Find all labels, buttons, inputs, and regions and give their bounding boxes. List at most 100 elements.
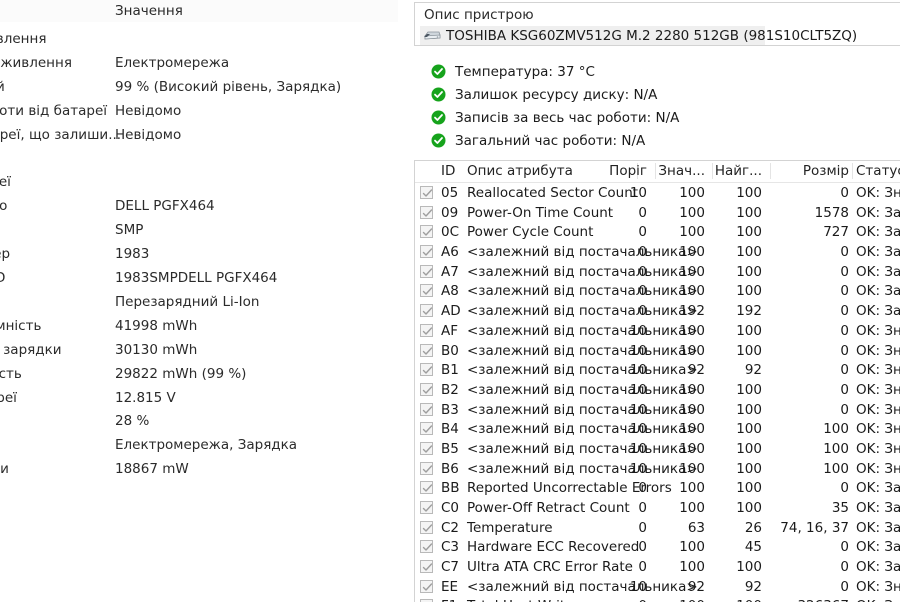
- battery-row[interactable]: мер 1983: [0, 244, 398, 268]
- table-row[interactable]: 09Power-On Time Count01001001578OK: Зав: [415, 203, 900, 223]
- column-header-status[interactable]: Статус: [856, 163, 900, 179]
- table-row[interactable]: B6 <залежний від постачальника> 10 100 100 10…: [415, 459, 900, 479]
- battery-row-value: 41998 mWh: [115, 317, 198, 334]
- smart-cell-status: OK: Зав: [856, 519, 900, 536]
- smart-cell-status: OK: Зна: [856, 342, 900, 359]
- battery-row[interactable]: D 1983SMPDELL PGFX464: [0, 268, 398, 292]
- battery-row-value: 30130 mWh: [115, 341, 198, 358]
- battery-row[interactable]: 28 %: [0, 411, 398, 435]
- battery-row-value: Невідомо: [115, 126, 182, 143]
- smart-cell-status: OK: Зав: [856, 500, 900, 516]
- battery-row[interactable]: ерело живлення Електромережа: [0, 53, 398, 77]
- table-row[interactable]: 05 Reallocated Sector Count 10 100 100 0 OK: З…: [415, 183, 900, 203]
- table-row[interactable]: B3 <залежний від постачальника> 10 100 100 0 O…: [415, 400, 900, 420]
- health-row: Загальний час роботи: N/A: [414, 129, 900, 152]
- table-row[interactable]: A8 <залежний від постачальника> 0 100 100 0 OK…: [415, 281, 900, 301]
- table-row[interactable]: B5 <залежний від постачальника> 10 100 100 10…: [415, 439, 900, 459]
- battery-row[interactable]: ареї: [0, 172, 398, 196]
- table-row[interactable]: B0 <залежний від постачальника> 10 100 100 0 O…: [415, 341, 900, 361]
- battery-row-value: DELL PGFX464: [115, 198, 215, 215]
- smart-cell-raw: 0: [840, 185, 849, 201]
- battery-row[interactable]: роботи від батареї Невідомо: [0, 101, 398, 125]
- battery-row[interactable]: батареї, що залиши...Невідомо: [0, 125, 398, 149]
- battery-row[interactable]: ємність 41998 mWh: [0, 316, 398, 340]
- smart-cell-status: OK: Зав: [856, 244, 900, 261]
- smart-cell-raw: 0: [840, 559, 849, 576]
- battery-report-panel: Значення ктроживлення ерело живлення Елект…: [0, 0, 398, 602]
- panel-splitter[interactable]: [398, 0, 806, 602]
- battery-row[interactable]: ки 18867 mW: [0, 459, 398, 483]
- table-row[interactable]: C2Temperature0632674, 16, 37OK: Зав: [415, 518, 900, 538]
- smart-cell-status: OK: Зав: [856, 224, 900, 241]
- table-row[interactable]: C0Power-Off Retract Count010010035OK: За…: [415, 498, 900, 518]
- battery-row-label: мер: [0, 246, 11, 263]
- smart-cell-raw: 100: [823, 460, 849, 477]
- table-row[interactable]: AF <залежний від постачальника> 10 100 100 0 O…: [415, 321, 900, 341]
- health-text: Температура: 37 °C: [455, 63, 595, 80]
- header-sep-5: [852, 163, 853, 179]
- battery-row[interactable]: ної зарядки 30130 mWh: [0, 340, 398, 364]
- table-row[interactable]: B1 <залежний від постачальника> 10 92 92 0 OK:…: [415, 360, 900, 380]
- smart-cell-status: OK: Зна: [856, 440, 900, 457]
- table-row[interactable]: AD <залежний від постачальника> 0 192 192 0 OK…: [415, 301, 900, 321]
- battery-row[interactable]: Перезарядний Li-Ion: [0, 292, 398, 316]
- health-row: Записів за весь час роботи: N/A: [414, 106, 900, 129]
- smart-cell-raw: 326367: [415, 598, 849, 602]
- smart-cell-raw: 0: [840, 263, 849, 280]
- battery-row-value: Електромережа, Зарядка: [115, 437, 298, 454]
- table-row[interactable]: BB Reported Uncorrectable Errors 0 100 100 0 O…: [415, 478, 900, 498]
- battery-row-value: SMP: [115, 222, 144, 239]
- table-row[interactable]: 0CPower Cycle Count0100100727OK: Зав: [415, 222, 900, 242]
- table-row[interactable]: C7Ultra ATA CRC Error Rate01001000OK: За…: [415, 557, 900, 577]
- smart-cell-raw: 1578: [814, 204, 849, 221]
- battery-row[interactable]: ктроживлення: [0, 29, 398, 53]
- smart-cell-raw: 0: [840, 303, 849, 320]
- smart-cell-raw: 0: [840, 244, 849, 261]
- smart-cell-status: OK: Зна: [856, 381, 900, 398]
- battery-row[interactable]: й 99 % (Високий рівень, Зарядка): [0, 77, 398, 101]
- table-row[interactable]: C3Hardware ECC Recovered0100450OK: Зав: [415, 537, 900, 557]
- smart-cell-status: OK: Зна: [856, 578, 900, 595]
- table-row[interactable]: B2 <залежний від постачальника> 10 100 100 0 O…: [415, 380, 900, 400]
- battery-table-header: Значення: [0, 0, 398, 22]
- battery-row-label: ність: [0, 365, 22, 382]
- smart-cell-raw: 0: [840, 401, 849, 418]
- battery-row-label: ерело живлення: [0, 54, 72, 71]
- health-text: Записів за весь час роботи: N/A: [455, 109, 680, 126]
- smart-cell-status: OK: Зав: [856, 263, 900, 280]
- smart-table-header: ID Опис атрибута Поріг Знач... Найг... Р…: [415, 161, 900, 183]
- smart-cell-status: OK: Зна: [856, 401, 900, 418]
- column-header-raw[interactable]: Розмір: [415, 163, 849, 179]
- device-list-item[interactable]: TOSHIBA KSG60ZMV512G M.2 2280 512GB (981…: [420, 26, 857, 45]
- battery-row-label: роботи від батареї: [0, 102, 108, 119]
- smart-cell-status: OK: Зав: [856, 559, 900, 576]
- table-row[interactable]: A7 <залежний від постачальника> 0 100 100 0 OK…: [415, 262, 900, 282]
- smart-cell-raw: 727: [823, 224, 849, 241]
- smart-cell-raw: 35: [831, 500, 849, 516]
- smart-cell-raw: 0: [840, 322, 849, 339]
- table-row[interactable]: EE <залежний від постачальника> 10 92 92 0 OK:…: [415, 577, 900, 597]
- battery-row-value: 28 %: [115, 413, 150, 430]
- smart-cell-raw: 100: [823, 440, 849, 457]
- battery-row[interactable]: SMP: [0, 220, 398, 244]
- device-description-caption: Опис пристрою: [424, 7, 534, 23]
- battery-row-label: ної зарядки: [0, 341, 62, 358]
- smart-table-body: 05 Reallocated Sector Count 10 100 100 0 OK: З…: [415, 183, 900, 602]
- battery-row[interactable]: ареї 12.815 V: [0, 388, 398, 412]
- table-row[interactable]: A6 <залежний від постачальника> 0 100 100 0 OK…: [415, 242, 900, 262]
- table-row[interactable]: B4 <залежний від постачальника> 10 100 100 10…: [415, 419, 900, 439]
- smart-cell-status: OK: Зна: [856, 322, 900, 339]
- battery-row[interactable]: ність 29822 mWh (99 %): [0, 364, 398, 388]
- battery-row-value: 29822 mWh (99 %): [115, 365, 247, 382]
- smart-cell-status: OK: Зна: [856, 421, 900, 438]
- health-text: Загальний час роботи: N/A: [455, 132, 646, 149]
- battery-row-value: 1983: [115, 246, 150, 263]
- green-check-icon: [431, 64, 446, 79]
- battery-row[interactable]: [0, 149, 398, 173]
- table-row[interactable]: F1Total Host Writes0100100326367OK: Зав: [415, 596, 900, 602]
- battery-row[interactable]: Електромережа, Зарядка: [0, 435, 398, 459]
- battery-row-value: Перезарядний Li-Ion: [115, 293, 260, 310]
- smart-attributes-table[interactable]: ID Опис атрибута Поріг Знач... Найг... Р…: [414, 160, 900, 602]
- battery-row[interactable]: ю DELL PGFX464: [0, 196, 398, 220]
- battery-row-label: ареї: [0, 174, 11, 191]
